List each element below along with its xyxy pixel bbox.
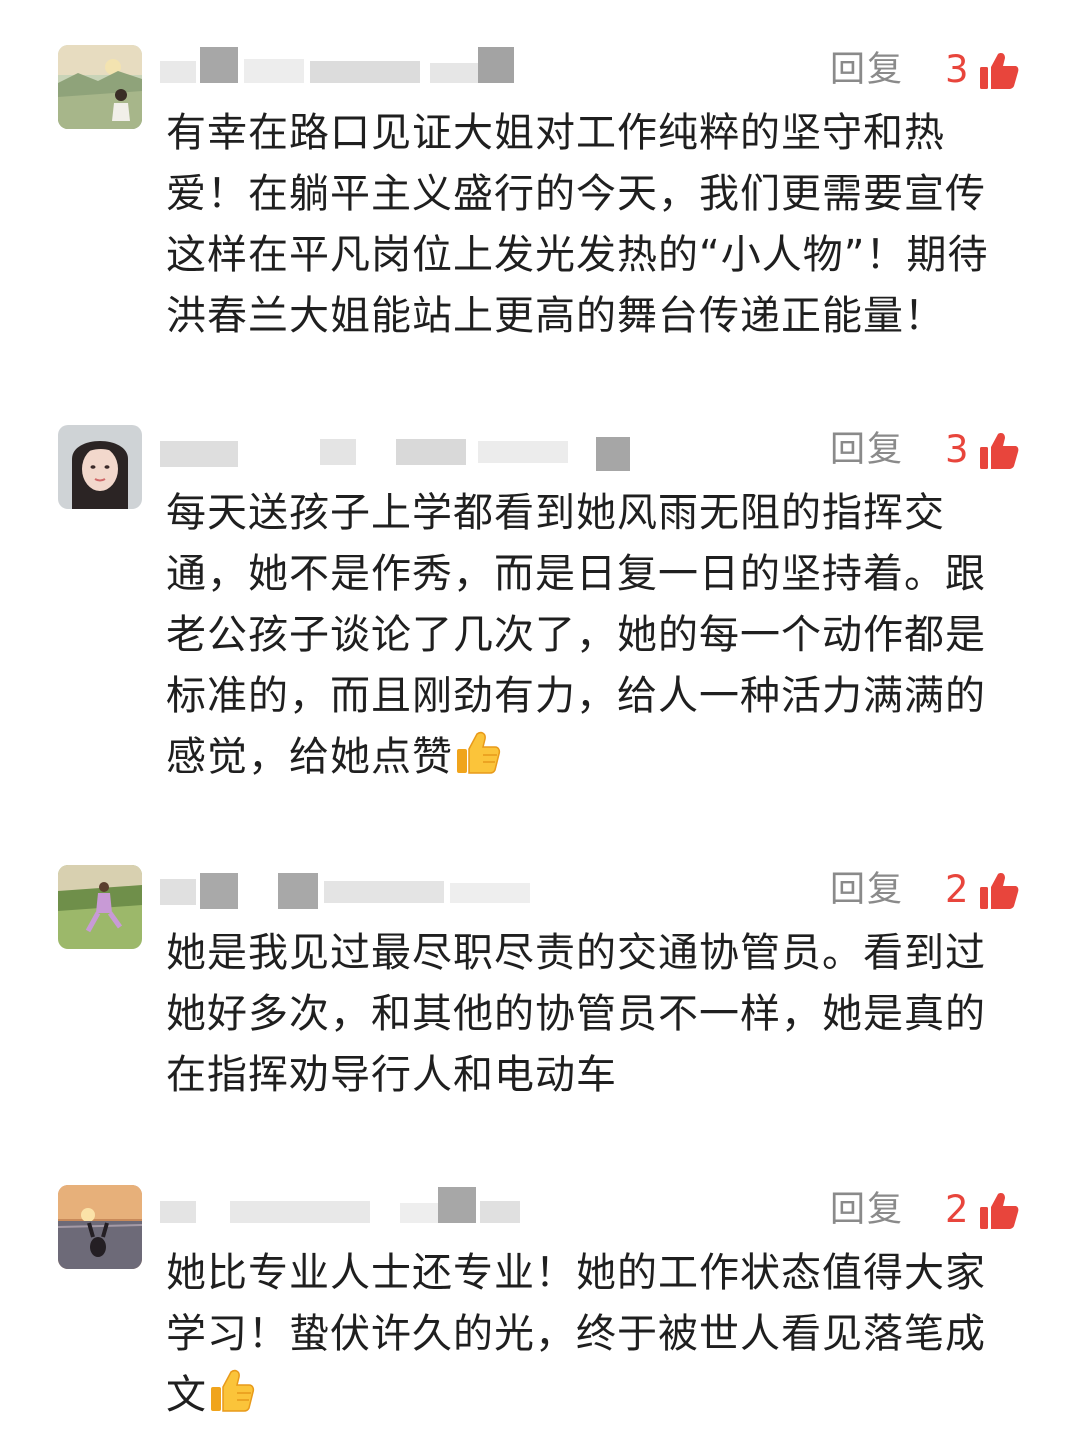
comment-text: 有幸在路口见证大姐对工作纯粹的坚守和热 爱！在躺平主义盛行的今天，我们更需要宣传… <box>166 110 989 339</box>
reply-button[interactable]: 回复 <box>830 47 904 93</box>
username-blurred <box>160 47 630 93</box>
comment-text-content: 每天送孩子上学都看到她风雨无阻的指挥交 通，她不是作秀，而是日复一日的坚持着。跟… <box>166 490 986 780</box>
avatar[interactable] <box>58 45 142 129</box>
thumbs-up-emoji-icon <box>207 1367 257 1417</box>
avatar[interactable] <box>58 865 142 949</box>
like-count: 3 <box>945 428 969 471</box>
comment-text: 每天送孩子上学都看到她风雨无阻的指挥交 通，她不是作秀，而是日复一日的坚持着。跟… <box>166 483 1026 788</box>
like-count: 2 <box>945 1188 969 1231</box>
avatar-image <box>58 1185 142 1269</box>
like-count: 2 <box>945 868 969 911</box>
reply-button[interactable]: 回复 <box>830 1187 904 1233</box>
like-icon[interactable] <box>978 871 1020 911</box>
reply-button[interactable]: 回复 <box>830 427 904 473</box>
avatar[interactable] <box>58 1185 142 1269</box>
like-icon[interactable] <box>978 431 1020 471</box>
comment-text: 她是我见过最尽职尽责的交通协管员。看到过 她好多次，和其他的协管员不一样，她是真… <box>166 930 986 1098</box>
username-blurred <box>160 867 630 913</box>
like-count: 3 <box>945 48 969 91</box>
username-blurred <box>160 1187 630 1233</box>
avatar-image <box>58 45 142 129</box>
comment-text: 她比专业人士还专业！她的工作状态值得大家 学习！蛰伏许久的光，终于被世人看见落笔… <box>166 1243 1026 1426</box>
avatar-image <box>58 865 142 949</box>
comment-text-content: 她比专业人士还专业！她的工作状态值得大家 学习！蛰伏许久的光，终于被世人看见落笔… <box>166 1250 986 1418</box>
reply-button[interactable]: 回复 <box>830 867 904 913</box>
avatar-image <box>58 425 142 509</box>
like-icon[interactable] <box>978 1191 1020 1231</box>
like-icon[interactable] <box>978 51 1020 91</box>
avatar[interactable] <box>58 425 142 509</box>
username-blurred <box>160 427 630 473</box>
thumbs-up-emoji-icon <box>453 729 503 779</box>
